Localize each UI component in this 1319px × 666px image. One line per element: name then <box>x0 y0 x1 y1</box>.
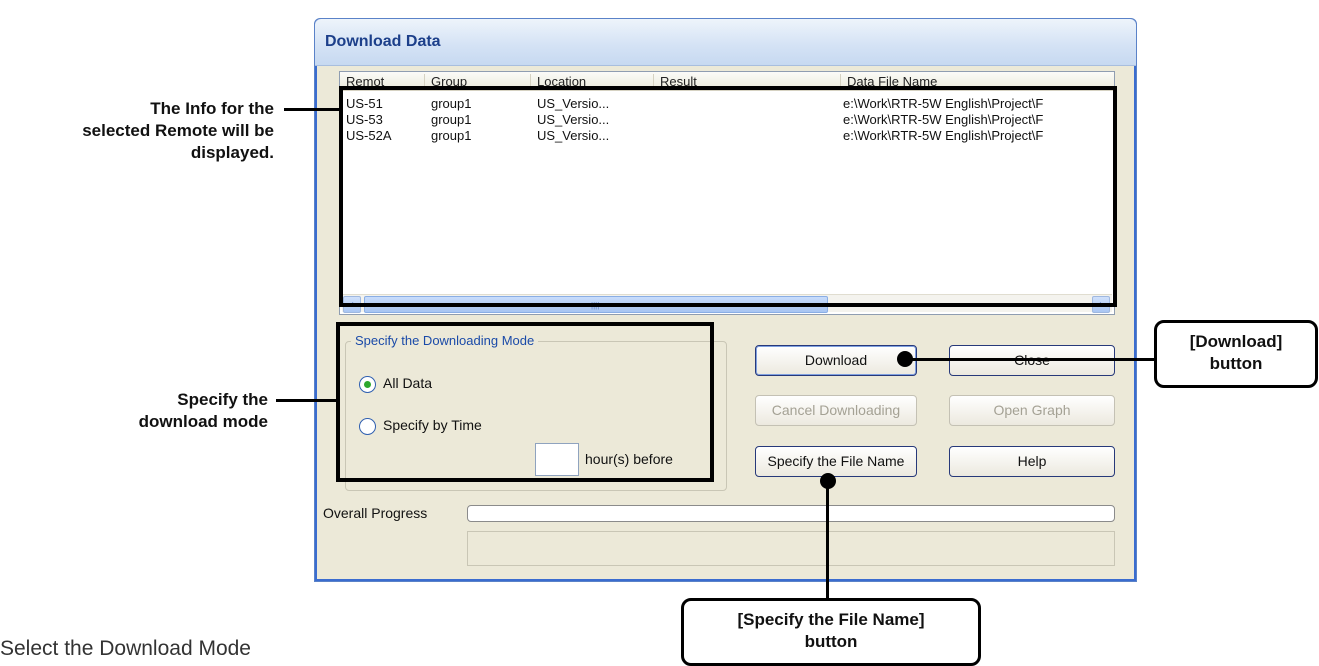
list-highlight-box <box>339 86 1117 307</box>
overall-progress-label: Overall Progress <box>323 505 428 521</box>
download-button[interactable]: Download <box>755 345 917 376</box>
download-callout: [Download] button <box>1154 320 1318 388</box>
specify-connector-line <box>826 486 829 600</box>
info-annotation: The Info for the selected Remote will be… <box>0 98 274 164</box>
mode-highlight-box <box>336 322 714 482</box>
cancel-downloading-button[interactable]: Cancel Downloading <box>755 395 917 426</box>
mode-annotation-line2: download mode <box>138 412 268 431</box>
mode-connector-line <box>276 399 338 402</box>
info-annotation-line2: selected Remote will be <box>82 121 274 140</box>
info-annotation-line1: The Info for the <box>150 99 274 118</box>
mode-annotation: Specify the download mode <box>0 389 268 433</box>
download-callout-line2: button <box>1209 354 1263 373</box>
info-annotation-line3: displayed. <box>190 143 274 162</box>
specify-callout: [Specify the File Name] button <box>681 598 981 666</box>
status-panel <box>467 531 1115 566</box>
title-bar[interactable]: Download Data <box>315 19 1136 66</box>
download-callout-line1: [Download] <box>1189 332 1283 351</box>
section-caption: Select the Download Mode <box>0 637 251 660</box>
download-connector-line <box>910 358 1156 361</box>
specify-callout-line1: [Specify the File Name] <box>737 610 925 629</box>
overall-progress-bar <box>467 505 1115 522</box>
dialog-title: Download Data <box>325 33 441 50</box>
mode-annotation-line1: Specify the <box>177 390 268 409</box>
specify-file-name-button[interactable]: Specify the File Name <box>755 446 917 477</box>
open-graph-button[interactable]: Open Graph <box>949 395 1115 426</box>
help-button[interactable]: Help <box>949 446 1115 477</box>
specify-callout-line2: button <box>804 632 858 651</box>
info-connector-line <box>284 108 342 111</box>
